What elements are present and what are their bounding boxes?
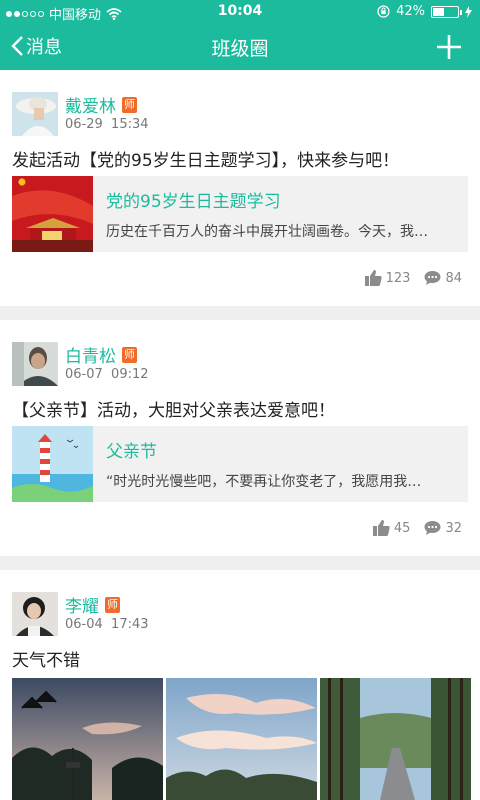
post-card: 白青松 师 06-07 09:12 【父亲节】活动，大胆对父亲表达爱意吧！ 父亲… — [0, 320, 480, 556]
post-card: 戴爱林 师 06-29 15:34 发起活动【党的95岁生日主题学习】，快来参与… — [0, 70, 480, 306]
like-count: 123 — [385, 270, 411, 286]
post-author[interactable]: 戴爱林 师 — [65, 92, 137, 117]
post-datetime: 06-29 15:34 — [65, 117, 149, 132]
activity-title: 父亲节 — [106, 442, 157, 462]
status-right: 42% — [377, 4, 472, 19]
comment-button[interactable]: 84 — [424, 270, 462, 286]
avatar[interactable] — [12, 92, 58, 136]
nav-bar: 消息 班级圈 — [0, 24, 480, 70]
comment-count: 32 — [445, 520, 462, 536]
post-text: 【父亲节】活动，大胆对父亲表达爱意吧！ — [12, 401, 335, 421]
like-button[interactable]: 123 — [364, 270, 411, 286]
charging-icon — [465, 5, 472, 18]
battery-icon — [431, 5, 462, 18]
teacher-badge: 师 — [122, 96, 137, 113]
post-text: 发起活动【党的95岁生日主题学习】，快来参与吧！ — [12, 151, 400, 171]
author-name[interactable]: 戴爱林 — [65, 92, 116, 117]
comment-count: 84 — [445, 270, 462, 286]
post-time: 17:43 — [111, 617, 149, 632]
post-photo[interactable] — [320, 678, 471, 800]
activity-title: 党的95岁生日主题学习 — [106, 192, 281, 212]
comment-button[interactable]: 32 — [424, 520, 462, 536]
activity-thumbnail — [12, 176, 93, 252]
avatar[interactable] — [12, 342, 58, 386]
post-photo[interactable] — [166, 678, 317, 800]
thumbs-up-icon — [372, 520, 390, 536]
status-bar: 中国移动 10:04 42% — [0, 0, 480, 24]
post-stats: 45 32 — [372, 520, 462, 536]
post-time: 15:34 — [111, 117, 149, 132]
post-date: 06-29 — [65, 117, 103, 132]
post-card: 李耀 师 06-04 17:43 天气不错 — [0, 570, 480, 800]
comment-icon — [424, 271, 441, 285]
teacher-badge: 师 — [122, 346, 137, 363]
activity-description: 历史在千百万人的奋斗中展开壮阔画卷。今天，我… — [106, 224, 428, 240]
author-name[interactable]: 李耀 — [65, 592, 99, 617]
shared-activity-card[interactable]: 父亲节 “时光时光慢些吧，不要再让你变老了，我愿用我… — [12, 426, 468, 502]
post-photo[interactable] — [12, 678, 163, 800]
page-title: 班级圈 — [211, 38, 269, 60]
comment-icon — [424, 521, 441, 535]
photo-grid — [12, 678, 471, 800]
thumbs-up-icon — [364, 270, 382, 286]
activity-description: “时光时光慢些吧，不要再让你变老了，我愿用我… — [106, 474, 422, 490]
post-time: 09:12 — [111, 367, 149, 382]
like-button[interactable]: 45 — [372, 520, 411, 536]
post-stats: 123 84 — [364, 270, 462, 286]
post-author[interactable]: 李耀 师 — [65, 592, 120, 617]
teacher-badge: 师 — [105, 596, 120, 613]
post-author[interactable]: 白青松 师 — [65, 342, 137, 367]
author-name[interactable]: 白青松 — [65, 342, 116, 367]
post-date: 06-04 — [65, 617, 103, 632]
orientation-lock-icon — [377, 5, 390, 18]
like-count: 45 — [393, 520, 411, 536]
plus-icon[interactable] — [434, 32, 464, 62]
battery-percent: 42% — [396, 4, 425, 19]
post-text: 天气不错 — [12, 651, 80, 671]
avatar[interactable] — [12, 592, 58, 636]
activity-thumbnail — [12, 426, 93, 502]
shared-activity-card[interactable]: 党的95岁生日主题学习 历史在千百万人的奋斗中展开壮阔画卷。今天，我… — [12, 176, 468, 252]
post-datetime: 06-04 17:43 — [65, 617, 149, 632]
post-datetime: 06-07 09:12 — [65, 367, 149, 382]
post-date: 06-07 — [65, 367, 103, 382]
